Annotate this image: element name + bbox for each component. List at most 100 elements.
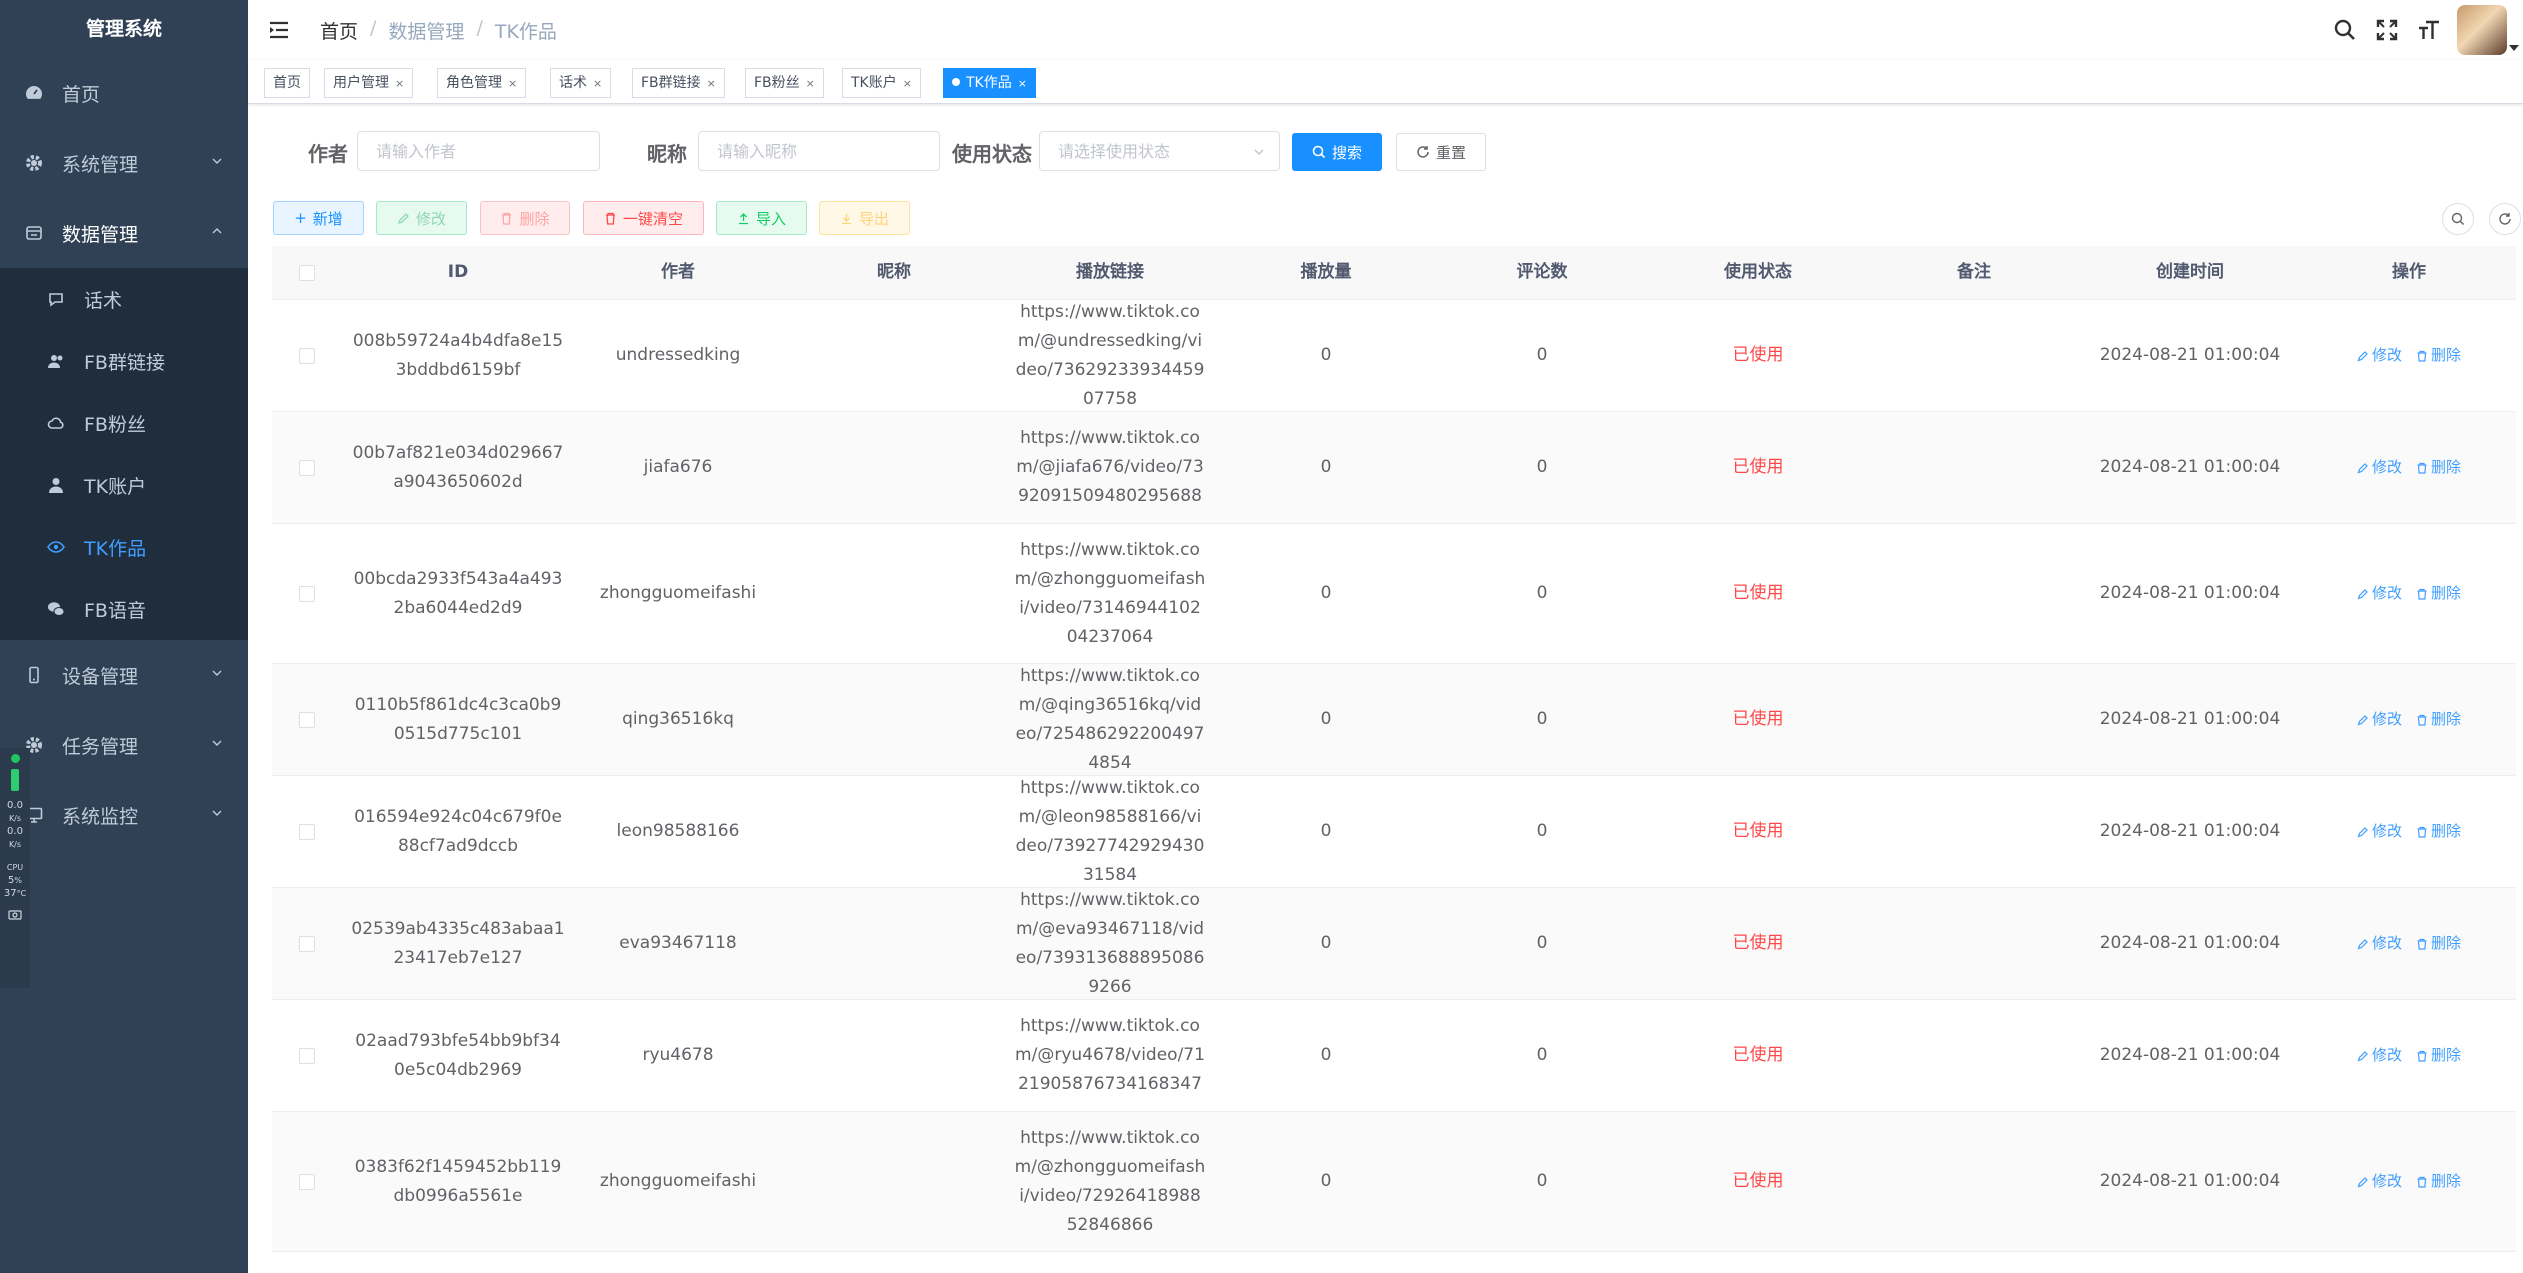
cell-comments: 0 bbox=[1536, 345, 1548, 365]
tag-scripts[interactable]: 话术 × bbox=[550, 68, 612, 98]
select-all-checkbox[interactable] bbox=[299, 264, 315, 281]
status-select[interactable] bbox=[1039, 131, 1280, 171]
status-badge: 已使用 bbox=[1732, 1045, 1784, 1065]
row-checkbox[interactable] bbox=[299, 1173, 315, 1190]
sidebar-item-fb-group-links[interactable]: FB群链接 bbox=[0, 330, 248, 392]
sidebar-item-system[interactable]: 系统管理 bbox=[0, 128, 248, 198]
row-checkbox[interactable] bbox=[299, 347, 315, 364]
temp-unit: °C bbox=[16, 889, 27, 898]
table-row[interactable]: 016594e924c04c679f0e88cf7ad9dccb leon9858… bbox=[272, 776, 2516, 888]
hamburger-icon[interactable] bbox=[268, 19, 290, 41]
network-monitor-widget[interactable]: 0.0 K/s 0.0 K/s CPU 5% 37°C bbox=[0, 748, 30, 988]
row-checkbox[interactable] bbox=[299, 459, 315, 476]
data-table: ID 作者 昵称 播放链接 播放量 评论数 使用状态 备注 创建时间 操作 00… bbox=[272, 246, 2516, 1252]
row-checkbox[interactable] bbox=[299, 585, 315, 602]
tag-label: 话术 bbox=[559, 75, 587, 91]
row-edit-button[interactable]: 修改 bbox=[2357, 705, 2402, 734]
cell-plays: 0 bbox=[1320, 345, 1332, 365]
tag-label: FB粉丝 bbox=[754, 75, 800, 91]
import-button[interactable]: 导入 bbox=[716, 201, 807, 235]
sidebar-item-task[interactable]: 任务管理 bbox=[0, 710, 248, 780]
cell-plays: 0 bbox=[1320, 583, 1332, 603]
tag-home[interactable]: 首页 bbox=[264, 68, 310, 98]
table-row[interactable]: 0383f62f1459452bb119db0996a5561e zhongguo… bbox=[272, 1112, 2516, 1252]
tag-fb-fans[interactable]: FB粉丝 × bbox=[745, 68, 824, 98]
row-edit-button[interactable]: 修改 bbox=[2357, 453, 2402, 482]
header-note: 备注 bbox=[1957, 262, 1991, 282]
tag-role-management[interactable]: 角色管理 × bbox=[437, 68, 527, 98]
search-icon[interactable] bbox=[2331, 16, 2359, 44]
export-button[interactable]: 导出 bbox=[819, 201, 910, 235]
tag-label: 用户管理 bbox=[333, 75, 389, 91]
author-input[interactable] bbox=[358, 132, 599, 170]
close-icon[interactable]: × bbox=[903, 77, 912, 90]
row-delete-button[interactable]: 删除 bbox=[2416, 1041, 2461, 1070]
tag-user-management[interactable]: 用户管理 × bbox=[324, 68, 414, 98]
close-icon[interactable]: × bbox=[395, 77, 404, 90]
table-row[interactable]: 0110b5f861dc4c3ca0b90515d775c101 qing3651… bbox=[272, 664, 2516, 776]
table-row[interactable]: 00bcda2933f543a4a4932ba6044ed2d9 zhongguo… bbox=[272, 524, 2516, 664]
row-edit-button[interactable]: 修改 bbox=[2357, 1041, 2402, 1070]
row-edit-button[interactable]: 修改 bbox=[2357, 929, 2402, 958]
row-checkbox[interactable] bbox=[299, 1047, 315, 1064]
delete-button-label: 删除 bbox=[519, 209, 550, 228]
row-checkbox[interactable] bbox=[299, 711, 315, 728]
sidebar-item-fb-fans[interactable]: FB粉丝 bbox=[0, 392, 248, 454]
row-delete-button[interactable]: 删除 bbox=[2416, 705, 2461, 734]
nickname-input[interactable] bbox=[699, 132, 939, 170]
tag-tk-accounts[interactable]: TK账户 × bbox=[842, 68, 921, 98]
add-button[interactable]: + 新增 bbox=[273, 201, 364, 235]
close-icon[interactable]: × bbox=[593, 77, 602, 90]
row-edit-button[interactable]: 修改 bbox=[2357, 579, 2402, 608]
sidebar-item-home[interactable]: 首页 bbox=[0, 58, 248, 128]
table-row[interactable]: 008b59724a4b4dfa8e153bddbd6159bf undresse… bbox=[272, 300, 2516, 412]
row-delete-button[interactable]: 删除 bbox=[2416, 817, 2461, 846]
row-checkbox[interactable] bbox=[299, 823, 315, 840]
delete-button[interactable]: 删除 bbox=[480, 201, 570, 235]
sidebar-item-tk-works[interactable]: TK作品 bbox=[0, 516, 248, 578]
sidebar-item-tk-accounts[interactable]: TK账户 bbox=[0, 454, 248, 516]
avatar[interactable] bbox=[2457, 5, 2519, 55]
search-button[interactable]: 搜索 bbox=[1292, 133, 1382, 171]
row-select-cell bbox=[272, 347, 342, 364]
toggle-search-button[interactable] bbox=[2442, 203, 2474, 235]
tag-tk-works[interactable]: TK作品 × bbox=[943, 68, 1036, 98]
row-checkbox[interactable] bbox=[299, 935, 315, 952]
sidebar-item-fb-voice[interactable]: FB语音 bbox=[0, 578, 248, 640]
camera-icon[interactable] bbox=[0, 908, 30, 923]
breadcrumb-home[interactable]: 首页 bbox=[320, 17, 358, 44]
refresh-table-button[interactable] bbox=[2489, 203, 2521, 235]
author-input-wrapper bbox=[357, 131, 600, 171]
fullscreen-icon[interactable] bbox=[2373, 16, 2401, 44]
close-icon[interactable]: × bbox=[806, 77, 815, 90]
reset-button[interactable]: 重置 bbox=[1396, 133, 1486, 171]
row-delete-button[interactable]: 删除 bbox=[2416, 341, 2461, 370]
clear-all-button[interactable]: 一键清空 bbox=[583, 201, 704, 235]
row-delete-button[interactable]: 删除 bbox=[2416, 929, 2461, 958]
row-edit-button[interactable]: 修改 bbox=[2357, 341, 2402, 370]
table-row[interactable]: 02aad793bfe54bb9bf340e5c04db2969 ryu4678 h… bbox=[272, 1000, 2516, 1112]
row-edit-button[interactable]: 修改 bbox=[2357, 1167, 2402, 1196]
plus-icon: + bbox=[294, 209, 307, 227]
row-delete-button[interactable]: 删除 bbox=[2416, 579, 2461, 608]
font-size-icon[interactable] bbox=[2415, 16, 2443, 44]
data-submenu: 话术 FB群链接 FB粉丝 TK账户 TK作品 FB语音 bbox=[0, 268, 248, 640]
edit-button[interactable]: 修改 bbox=[376, 201, 467, 235]
close-icon[interactable]: × bbox=[707, 77, 716, 90]
table-row[interactable]: 00b7af821e034d029667a9043650602d jiafa676… bbox=[272, 412, 2516, 524]
sidebar-item-data[interactable]: 数据管理 bbox=[0, 198, 248, 268]
sidebar-item-device[interactable]: 设备管理 bbox=[0, 640, 248, 710]
cell-author: jiafa676 bbox=[643, 457, 713, 477]
sidebar-item-monitor[interactable]: 系统监控 bbox=[0, 780, 248, 850]
nickname-input-wrapper bbox=[698, 131, 940, 171]
status-select-input[interactable] bbox=[1040, 132, 1279, 170]
close-icon[interactable]: × bbox=[1018, 77, 1027, 90]
sidebar-item-scripts[interactable]: 话术 bbox=[0, 268, 248, 330]
row-delete-button[interactable]: 删除 bbox=[2416, 453, 2461, 482]
row-delete-button[interactable]: 删除 bbox=[2416, 1167, 2461, 1196]
table-row[interactable]: 02539ab4335c483abaa123417eb7e127 eva93467… bbox=[272, 888, 2516, 1000]
row-edit-button[interactable]: 修改 bbox=[2357, 817, 2402, 846]
tag-fb-group-links[interactable]: FB群链接 × bbox=[632, 68, 725, 98]
close-icon[interactable]: × bbox=[508, 77, 517, 90]
chevron-down-icon bbox=[212, 810, 222, 816]
